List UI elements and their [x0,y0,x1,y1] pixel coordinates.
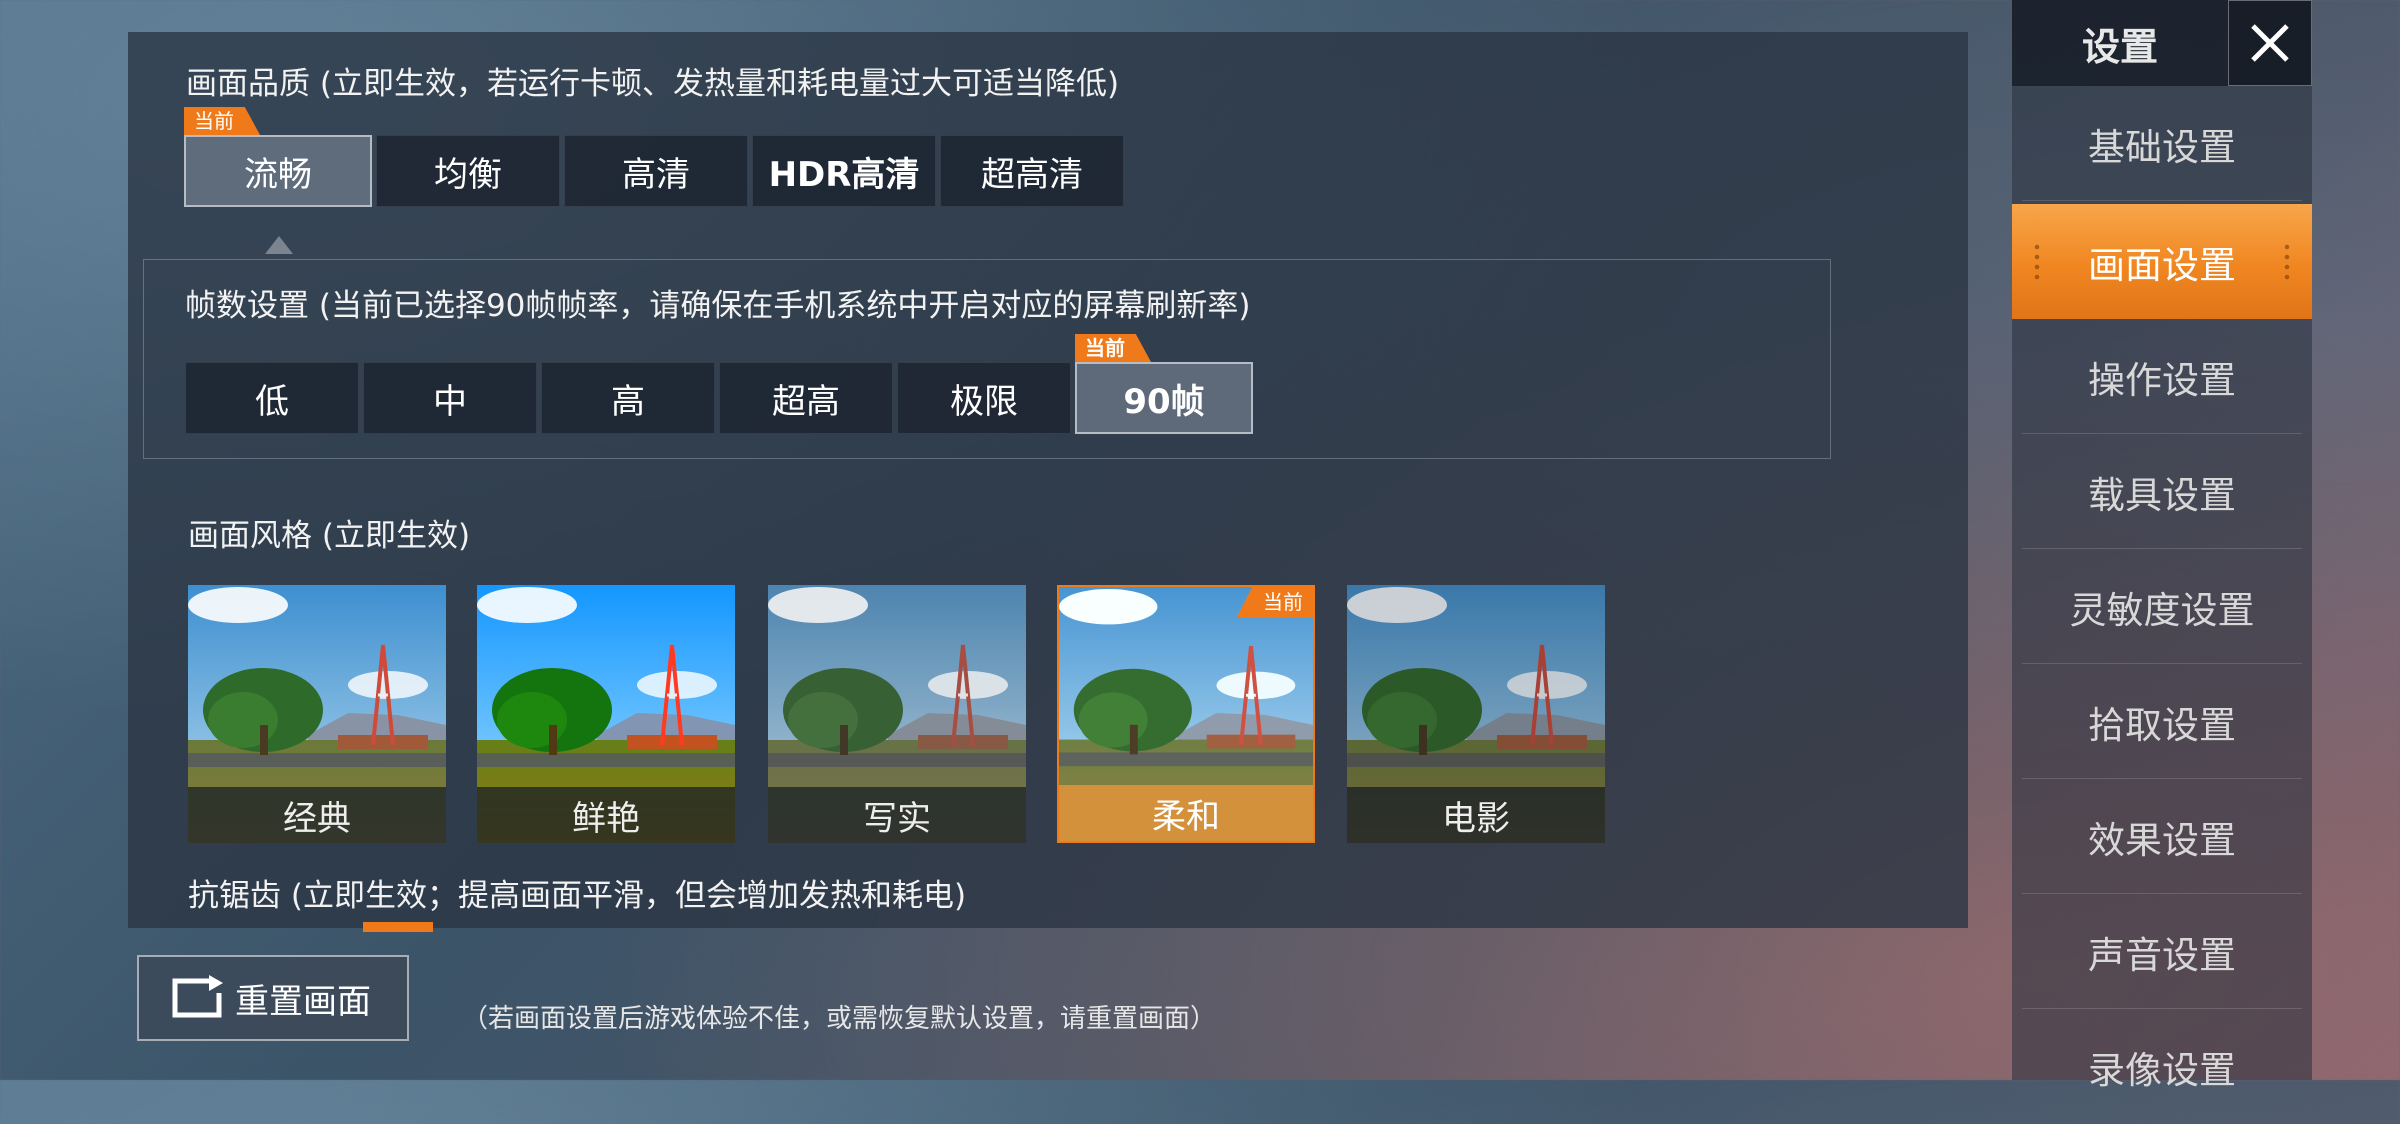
sidebar-item-label: 声音设置 [2088,933,2236,977]
option-label: 超高 [772,381,840,422]
quality-option-hdr-hd[interactable]: HDR高清 [752,135,936,207]
fps-option-high[interactable]: 高 [541,362,715,434]
reset-note: （若画面设置后游戏体验不佳，或需恢复默认设置，请重置画面） [462,1004,1217,1034]
quality-option-smooth[interactable]: 当前 流畅 [184,107,372,207]
sidebar-item-recording[interactable]: 录像设置 [2012,1009,2312,1124]
sidebar-item-controls[interactable]: 操作设置 [2012,319,2312,434]
style-label: 鲜艳 [477,787,735,843]
sidebar-item-effects[interactable]: 效果设置 [2012,779,2312,894]
sidebar-item-pickup[interactable]: 拾取设置 [2012,664,2312,779]
style-card-soft[interactable]: 当前 柔和 [1057,585,1315,843]
grip-icon [2284,242,2290,282]
sidebar-item-basic[interactable]: 基础设置 [2012,86,2312,201]
close-button[interactable] [2228,0,2312,86]
quality-option-balanced[interactable]: 均衡 [376,135,560,207]
sidebar-item-label: 画面设置 [2088,243,2236,287]
sidebar-item-vehicle[interactable]: 载具设置 [2012,434,2312,549]
option-label: 超高清 [981,154,1083,195]
style-card-classic[interactable]: 经典 [188,585,446,843]
option-label: 低 [255,381,289,422]
antialias-section-title: 抗锯齿 (立即生效；提高画面平滑，但会增加发热和耗电) [188,878,967,914]
option-label: 中 [433,381,467,422]
option-label: 极限 [950,381,1018,422]
sidebar-item-label: 灵敏度设置 [2069,588,2255,632]
option-label: 流畅 [244,154,312,195]
sidebar-item-graphics[interactable]: 画面设置 [2012,204,2312,319]
style-label: 写实 [768,787,1026,843]
sidebar-item-label: 效果设置 [2088,818,2236,862]
fps-settings-box: 帧数设置 (当前已选择90帧帧率，请确保在手机系统中开启对应的屏幕刷新率) 低 … [143,259,1831,459]
option-label: 90帧 [1123,381,1205,422]
fps-option-medium[interactable]: 中 [363,362,537,434]
settings-sidebar: 基础设置 画面设置 操作设置 载具设置 灵敏度设置 拾取设置 效果设置 声音设置… [2012,86,2312,1092]
sidebar-item-label: 操作设置 [2088,358,2236,402]
sidebar-item-sensitivity[interactable]: 灵敏度设置 [2012,549,2312,664]
style-label: 电影 [1347,787,1605,843]
style-card-cinema[interactable]: 电影 [1347,585,1605,843]
style-label: 柔和 [1059,785,1313,841]
close-icon [2251,24,2289,62]
current-tag: 当前 [184,107,260,135]
caret-pointer [265,236,293,254]
reset-label: 重置画面 [235,981,371,1022]
current-tag: 当前 [1075,334,1151,362]
settings-title: 设置 [2081,24,2158,69]
reset-icon [172,975,223,1018]
quality-option-hd[interactable]: 高清 [564,135,748,207]
quality-option-ultra-hd[interactable]: 超高清 [940,135,1124,207]
fps-option-low[interactable]: 低 [185,362,359,434]
fps-option-extreme[interactable]: 极限 [897,362,1071,434]
fps-option-90[interactable]: 当前 90帧 [1075,334,1253,434]
sidebar-item-label: 拾取设置 [2088,703,2236,747]
style-label: 经典 [188,787,446,843]
sidebar-item-label: 录像设置 [2088,1048,2236,1092]
option-label: HDR高清 [768,154,920,195]
divider [2022,200,2302,201]
style-section-title: 画面风格 (立即生效) [188,518,471,554]
sidebar-item-label: 基础设置 [2088,125,2236,169]
fps-section-title: 帧数设置 (当前已选择90帧帧率，请确保在手机系统中开启对应的屏幕刷新率) [185,288,1251,324]
fps-option-ultra[interactable]: 超高 [719,362,893,434]
option-label: 高清 [622,154,690,195]
sidebar-item-sound[interactable]: 声音设置 [2012,894,2312,1009]
style-card-realistic[interactable]: 写实 [768,585,1026,843]
grip-icon [2034,242,2040,282]
quality-section-title: 画面品质 (立即生效，若运行卡顿、发热量和耗电量过大可适当降低) [186,66,1120,102]
option-label: 高 [611,381,645,422]
current-tag-partial [363,922,433,932]
sidebar-item-label: 载具设置 [2088,473,2236,517]
style-card-vivid[interactable]: 鲜艳 [477,585,735,843]
option-label: 均衡 [434,154,502,195]
reset-graphics-button[interactable]: 重置画面 [137,955,409,1041]
